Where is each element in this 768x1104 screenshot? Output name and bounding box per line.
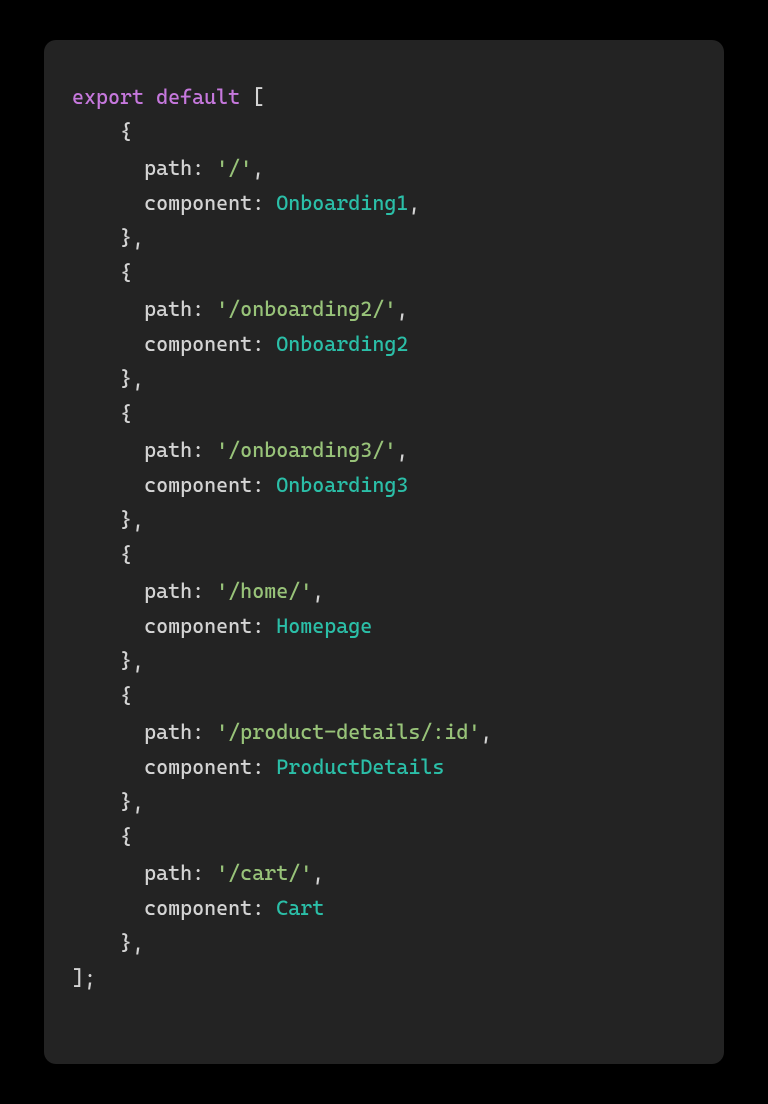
close-brace: }	[120, 649, 132, 673]
open-brace: {	[120, 261, 132, 285]
comma: ,	[132, 649, 144, 673]
comma: ,	[312, 861, 324, 885]
close-brace: }	[120, 226, 132, 250]
prop-component: component	[144, 896, 252, 920]
comma: ,	[252, 156, 264, 180]
component-name: Onboarding2	[276, 332, 408, 356]
comma: ,	[132, 226, 144, 250]
open-brace: {	[120, 120, 132, 144]
colon: :	[252, 755, 264, 779]
colon: :	[192, 438, 204, 462]
colon: :	[252, 191, 264, 215]
comma: ,	[132, 367, 144, 391]
open-brace: {	[120, 543, 132, 567]
colon: :	[192, 297, 204, 321]
prop-component: component	[144, 191, 252, 215]
string-path: '/cart/'	[216, 861, 312, 885]
keyword-export: export	[72, 85, 144, 109]
prop-path: path	[144, 861, 192, 885]
open-brace: {	[120, 825, 132, 849]
colon: :	[252, 614, 264, 638]
prop-component: component	[144, 755, 252, 779]
colon: :	[192, 861, 204, 885]
string-path: '/product-details/:id'	[216, 720, 480, 744]
colon: :	[252, 896, 264, 920]
colon: :	[192, 579, 204, 603]
colon: :	[192, 156, 204, 180]
string-path: '/onboarding2/'	[216, 297, 396, 321]
component-name: Onboarding1	[276, 191, 408, 215]
open-bracket: [	[252, 85, 264, 109]
prop-path: path	[144, 297, 192, 321]
comma: ,	[396, 438, 408, 462]
prop-component: component	[144, 473, 252, 497]
component-name: Homepage	[276, 614, 372, 638]
comma: ,	[408, 191, 420, 215]
component-name: Onboarding3	[276, 473, 408, 497]
close-brace: }	[120, 367, 132, 391]
code-panel: export default [ { path: '/', component:…	[44, 40, 724, 1064]
colon: :	[252, 332, 264, 356]
string-path: '/onboarding3/'	[216, 438, 396, 462]
prop-path: path	[144, 156, 192, 180]
component-name: Cart	[276, 896, 324, 920]
comma: ,	[132, 508, 144, 532]
string-path: '/home/'	[216, 579, 312, 603]
comma: ,	[480, 720, 492, 744]
comma: ,	[132, 931, 144, 955]
prop-path: path	[144, 579, 192, 603]
open-brace: {	[120, 402, 132, 426]
prop-path: path	[144, 720, 192, 744]
comma: ,	[396, 297, 408, 321]
keyword-default: default	[156, 85, 240, 109]
open-brace: {	[120, 684, 132, 708]
semicolon: ;	[84, 966, 96, 990]
string-path: '/'	[216, 156, 252, 180]
close-brace: }	[120, 508, 132, 532]
close-brace: }	[120, 931, 132, 955]
colon: :	[252, 473, 264, 497]
close-brace: }	[120, 790, 132, 814]
comma: ,	[312, 579, 324, 603]
close-bracket: ]	[72, 966, 84, 990]
code-block: export default [ { path: '/', component:…	[72, 80, 696, 997]
prop-component: component	[144, 332, 252, 356]
colon: :	[192, 720, 204, 744]
component-name: ProductDetails	[276, 755, 444, 779]
comma: ,	[132, 790, 144, 814]
prop-path: path	[144, 438, 192, 462]
prop-component: component	[144, 614, 252, 638]
